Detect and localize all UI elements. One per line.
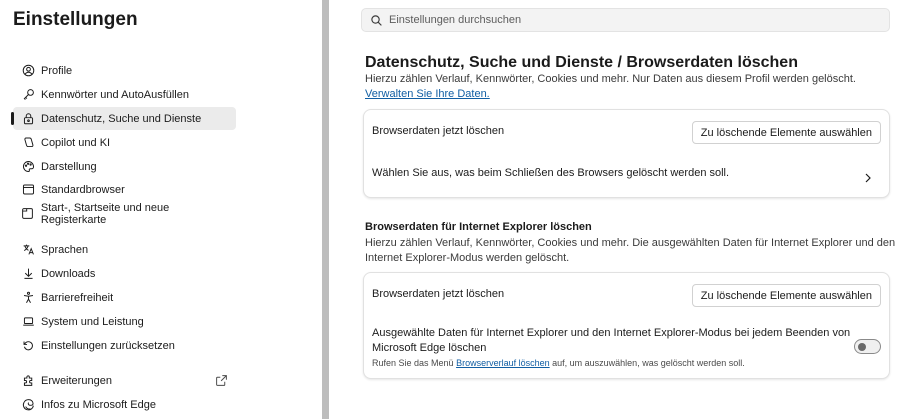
sidebar-item-passwords[interactable]: Kennwörter und AutoAusfüllen (13, 83, 236, 106)
clear-on-close-label[interactable]: Wählen Sie aus, was beim Schließen des B… (372, 167, 729, 179)
download-icon (21, 267, 35, 281)
browser-history-link[interactable]: Browserverlauf löschen (456, 358, 550, 368)
ie-clear-on-exit-toggle[interactable] (854, 339, 881, 354)
search-icon (370, 14, 383, 27)
sidebar-item-label: Infos zu Microsoft Edge (41, 398, 156, 411)
browser-icon (21, 183, 35, 197)
sidebar-item-label: System und Leistung (41, 315, 144, 328)
key-icon (21, 88, 35, 102)
app-title: Einstellungen (13, 9, 138, 30)
copilot-icon (21, 136, 35, 150)
ie-note-prefix: Rufen Sie das Menü (372, 358, 454, 368)
sidebar-item-privacy[interactable]: Datenschutz, Suche und Dienste (11, 107, 236, 130)
extensions-icon (21, 374, 35, 388)
ie-clear-now-label: Browserdaten jetzt löschen (372, 288, 505, 300)
sidebar-item-label: Sprachen (41, 243, 89, 256)
sidebar-item-label: Darstellung (41, 160, 97, 173)
sidebar-item-profile[interactable]: Profile (13, 59, 236, 82)
sidebar-item-languages[interactable]: Sprachen (13, 238, 236, 261)
external-link-icon[interactable] (215, 374, 228, 387)
sidebar-item-label: Datenschutz, Suche und Dienste (41, 112, 202, 125)
sidebar-divider[interactable] (322, 0, 329, 419)
accessibility-icon (21, 291, 35, 305)
language-icon (21, 243, 35, 257)
sidebar-item-label: Downloads (41, 267, 96, 280)
page-description: Hierzu zählen Verlauf, Kennwörter, Cooki… (365, 73, 856, 85)
clear-data-card: Browserdaten jetzt löschen Zu löschende … (363, 109, 890, 198)
ie-history-note: Rufen Sie das Menü Browserverlauf lösche… (372, 358, 745, 368)
sidebar-item-system[interactable]: System und Leistung (13, 310, 236, 333)
sidebar-item-accessibility[interactable]: Barrierefreiheit (13, 286, 236, 309)
ie-section-description-line2: Internet Explorer-Modus werden gelöscht. (365, 252, 570, 264)
sidebar-item-copilot[interactable]: Copilot und KI (13, 131, 236, 154)
manage-data-link[interactable]: Verwalten Sie Ihre Daten. (365, 88, 490, 100)
sidebar-item-label: Einstellungen zurücksetzen (41, 339, 175, 352)
choose-items-button[interactable]: Zu löschende Elemente auswählen (691, 121, 881, 144)
home-tab-icon (21, 207, 35, 221)
ie-clear-data-card: Browserdaten jetzt löschen Zu löschende … (363, 272, 890, 379)
sidebar-item-about[interactable]: Infos zu Microsoft Edge (13, 393, 236, 416)
sidebar-item-label: Start-, Startseite und neue Registerkart… (40, 201, 170, 226)
sidebar-item-appearance[interactable]: Darstellung (13, 155, 236, 178)
sidebar-item-reset[interactable]: Einstellungen zurücksetzen (13, 334, 236, 357)
profile-icon (21, 64, 35, 78)
page-title: Datenschutz, Suche und Dienste / Browser… (365, 54, 798, 71)
sidebar-item-label: Kennwörter und AutoAusfüllen (41, 88, 189, 101)
sidebar: Einstellungen Profile Kennwörter und Aut… (0, 0, 322, 419)
sidebar-item-label: Barrierefreiheit (41, 291, 114, 304)
sidebar-item-label: Erweiterungen (41, 374, 112, 387)
palette-icon (21, 160, 35, 174)
sidebar-item-label: Copilot und KI (41, 136, 111, 149)
laptop-icon (21, 315, 35, 329)
sidebar-item-start-page[interactable]: Start-, Startseite und neue Registerkart… (13, 201, 236, 226)
sidebar-item-label: Standardbrowser (41, 183, 125, 196)
chevron-right-icon[interactable] (863, 170, 873, 183)
ie-section-title: Browserdaten für Internet Explorer lösch… (365, 221, 592, 233)
ie-clear-on-exit-label-line1: Ausgewählte Daten für Internet Explorer … (372, 327, 851, 339)
ie-section-description-line1: Hierzu zählen Verlauf, Kennwörter, Cooki… (365, 237, 896, 249)
search-input[interactable] (389, 14, 869, 26)
ie-note-suffix: auf, um auszuwählen, was gelöscht werden… (552, 358, 745, 368)
sidebar-item-downloads[interactable]: Downloads (13, 262, 236, 285)
sidebar-item-extensions[interactable]: Erweiterungen (13, 369, 236, 392)
sidebar-item-label: Profile (41, 64, 73, 77)
reset-icon (21, 339, 35, 353)
ie-clear-on-exit-label-line2: Microsoft Edge löschen (372, 342, 487, 354)
edge-icon (21, 398, 35, 412)
search-box[interactable] (361, 8, 890, 32)
clear-now-label: Browserdaten jetzt löschen (372, 125, 505, 137)
ie-choose-items-button[interactable]: Zu löschende Elemente auswählen (691, 284, 881, 307)
lock-icon (21, 112, 35, 126)
toggle-knob (858, 343, 866, 351)
sidebar-item-default-browser[interactable]: Standardbrowser (13, 178, 236, 201)
